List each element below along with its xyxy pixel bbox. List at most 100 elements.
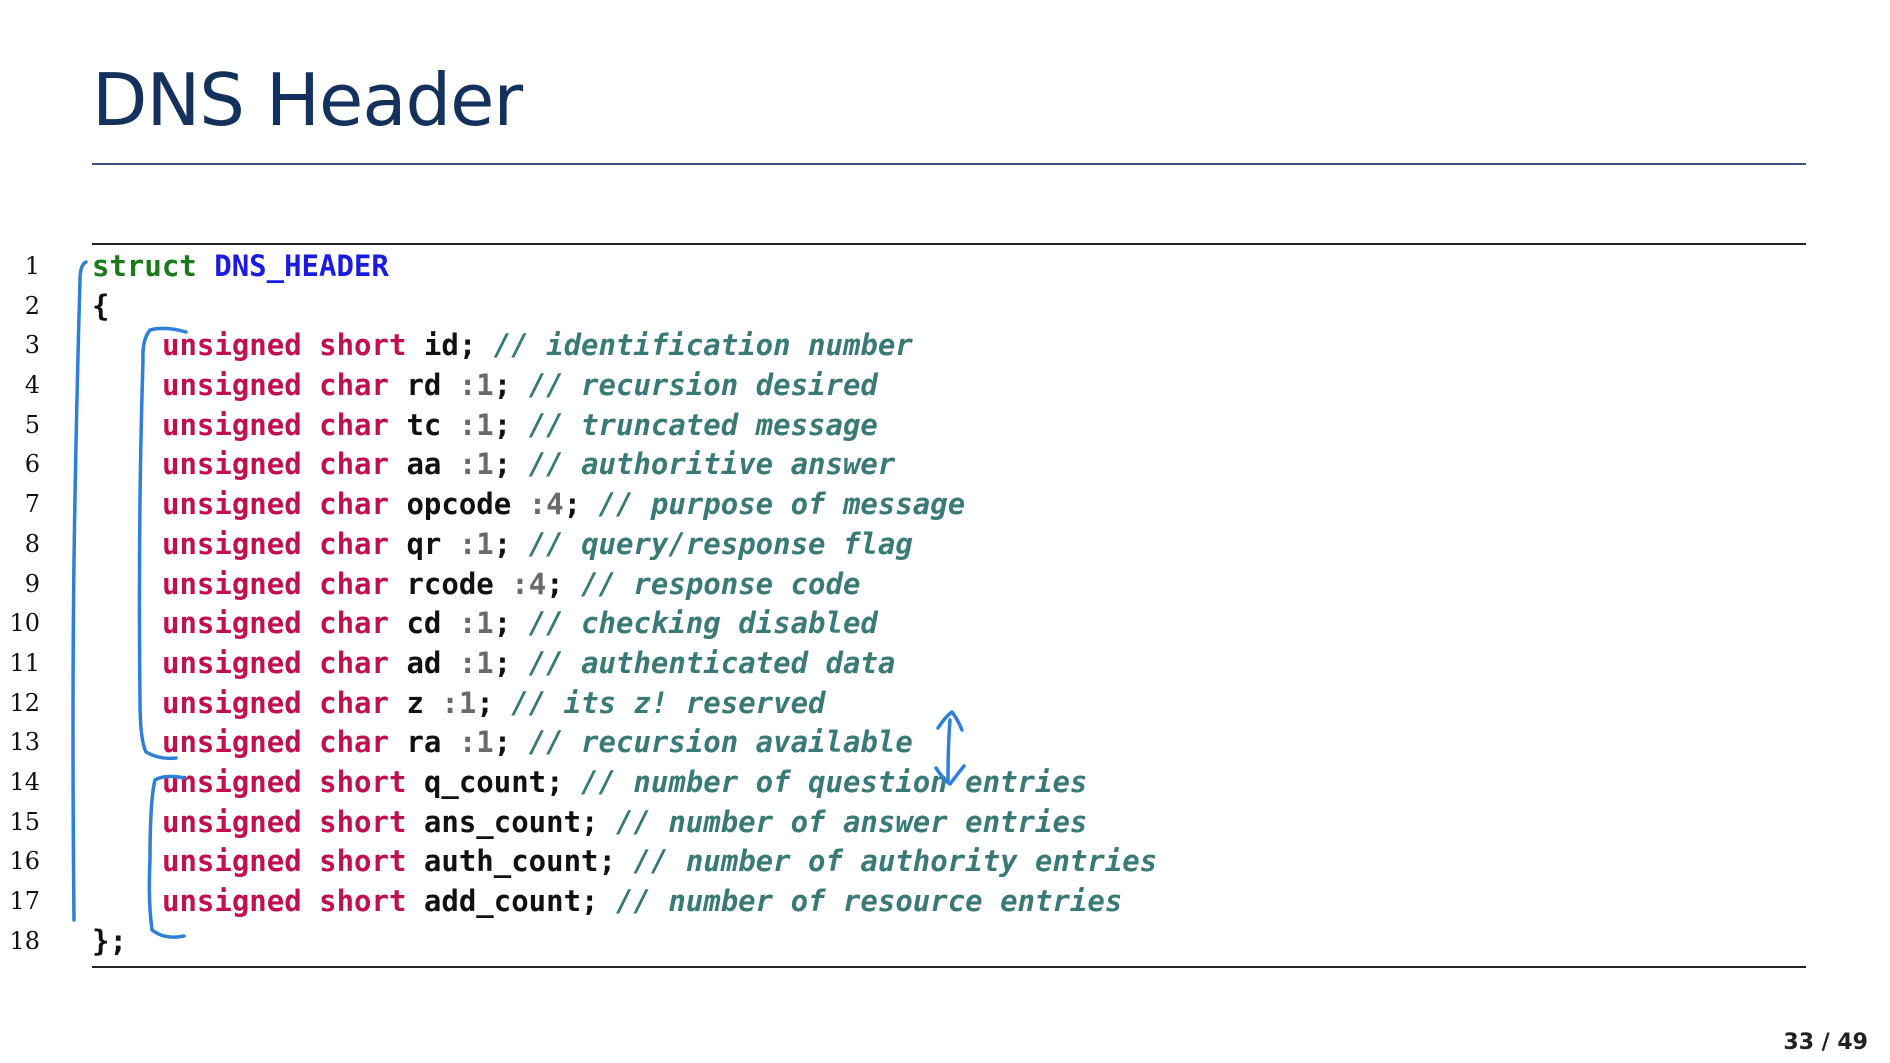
slide-title: DNS Header [92,58,523,142]
code-line: 1 struct DNS_HEADER [0,247,1890,287]
code-comment: // response code [581,566,861,601]
code-text: unsigned short id; // identification num… [162,328,913,363]
code-line: 9 unsigned char rcode :4; // response cod… [0,565,1890,605]
code-comment: // authenticated data [528,645,896,680]
type-keyword: unsigned short [162,328,407,363]
code-text: unsigned char ra :1; // recursion availa… [162,725,913,760]
line-number: 7 [24,490,40,519]
bitfield-width: :1 [441,685,477,720]
line-number: 1 [24,252,40,280]
line-number: 17 [9,887,40,915]
code-text: unsigned char rd :1; // recursion desire… [162,368,878,403]
code-text: unsigned short auth_count; // number of … [162,844,1158,879]
line-number: 16 [9,847,40,876]
code-text: unsigned char aa :1; // authoritive answ… [162,447,896,482]
type-keyword: unsigned char [162,407,389,442]
field-name: cd [406,606,442,641]
field-name: z [406,685,424,720]
code-listing-top-rule [92,243,1806,245]
line-number: 15 [9,807,40,836]
code-text: unsigned short q_count; // number of que… [162,764,1088,799]
code-comment: // authoritive answer [528,447,896,482]
line-number: 14 [9,767,40,796]
code-line: 17 unsigned short add_count; // number of… [0,882,1890,922]
code-line: 16 unsigned short auth_count; // number o… [0,842,1890,882]
page-number: 33 / 49 [1783,1030,1868,1055]
line-number: 12 [9,688,40,717]
field-name: tc [406,407,442,442]
type-keyword: unsigned short [162,764,407,799]
title-underline [92,163,1806,165]
line-number: 3 [24,331,40,360]
line-number: 13 [9,728,40,757]
code-line: 8 unsigned char qr :1; // query/response … [0,525,1890,565]
code-line: 4 unsigned char rd :1; // recursion desir… [0,366,1890,406]
bitfield-width: :4 [511,566,547,601]
bitfield-width: :1 [458,606,494,641]
field-name: rcode [406,566,494,601]
line-number: 11 [9,648,40,677]
code-listing: 1 struct DNS_HEADER 2{3 unsigned short id; … [0,247,1890,961]
code-comment: // truncated message [528,407,878,442]
code-comment: // recursion desired [528,368,878,403]
code-text: struct DNS_HEADER [92,247,389,287]
type-keyword: unsigned char [162,685,389,720]
code-text: unsigned short ans_count; // number of a… [162,804,1088,839]
code-line: 12 unsigned char z :1; // its z! reserved [0,684,1890,724]
field-name: auth_count [423,844,599,879]
code-text: }; [92,922,127,962]
type-keyword: unsigned char [162,566,389,601]
code-text: unsigned char qr :1; // query/response f… [162,526,913,561]
code-comment: // number of authority entries [633,844,1158,879]
code-listing-bottom-rule [92,966,1806,968]
code-line: 2{ [0,287,1890,327]
field-name: aa [406,447,442,482]
bitfield-width: :1 [458,368,494,403]
line-number: 9 [24,569,40,598]
field-name: opcode [406,487,512,522]
type-keyword: unsigned char [162,487,389,522]
code-text: { [92,287,109,327]
code-text: unsigned char tc :1; // truncated messag… [162,407,878,442]
line-number: 5 [24,410,40,439]
bitfield-width: :1 [458,526,494,561]
bitfield-width: :1 [458,645,494,680]
bitfield-width: :1 [458,447,494,482]
code-line: 11 unsigned char ad :1; // authenticated … [0,644,1890,684]
code-text: unsigned char z :1; // its z! reserved [162,685,826,720]
field-name: ans_count [423,804,582,839]
line-number: 8 [24,529,40,558]
code-comment: // checking disabled [528,606,878,641]
code-comment: // query/response flag [528,526,913,561]
field-name: q_count [423,764,547,799]
code-line: 5 unsigned char tc :1; // truncated messa… [0,406,1890,446]
code-text: unsigned char rcode :4; // response code [162,566,861,601]
line-number: 18 [9,926,40,955]
line-number: 4 [24,371,40,400]
type-keyword: unsigned char [162,645,389,680]
line-number: 2 [24,291,40,320]
code-line: 15 unsigned short ans_count; // number of… [0,803,1890,843]
code-line: 13 unsigned char ra :1; // recursion avai… [0,723,1890,763]
line-number: 10 [9,609,40,638]
code-text: unsigned short add_count; // number of r… [162,884,1123,918]
code-comment: // recursion available [528,725,913,760]
struct-keyword: struct [92,249,197,283]
code-comment: // its z! reserved [511,685,826,720]
type-keyword: unsigned char [162,368,389,403]
type-keyword: unsigned char [162,526,389,561]
field-name: ad [406,645,442,680]
code-comment: // number of question entries [581,764,1088,799]
struct-name: DNS_HEADER [214,249,389,283]
code-line: 18}; [0,922,1890,962]
type-keyword: unsigned char [162,725,389,760]
code-comment: // number of answer entries [615,804,1088,839]
type-keyword: unsigned short [162,804,407,839]
bitfield-width: :1 [458,725,494,760]
code-line: 14 unsigned short q_count; // number of q… [0,763,1890,803]
field-name: id [423,328,459,363]
code-line: 10 unsigned char cd :1; // checking disab… [0,604,1890,644]
code-line: 6 unsigned char aa :1; // authoritive ans… [0,445,1890,485]
code-text: unsigned char cd :1; // checking disable… [162,606,878,641]
field-name: rd [406,368,442,403]
